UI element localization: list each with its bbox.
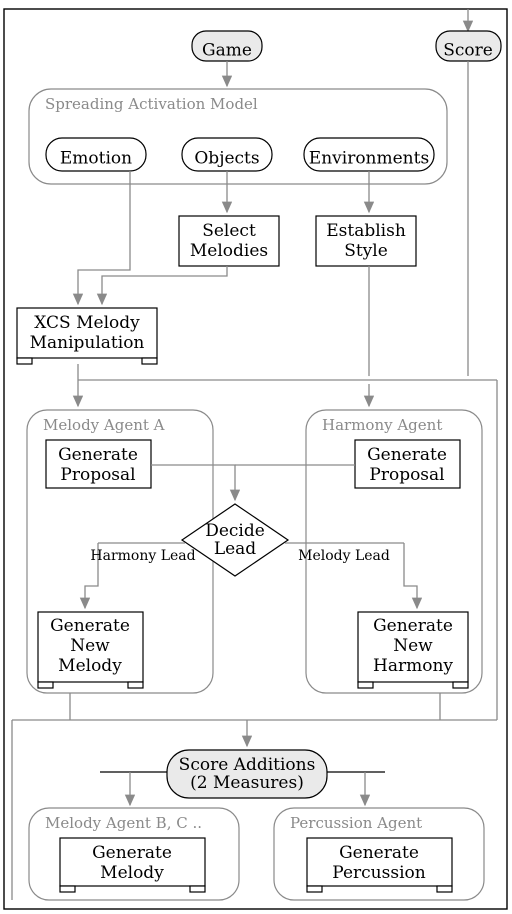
diagram-stage: Game Score Spreading Activation Model Em… [0, 0, 512, 914]
xcs-l1: XCS Melody [34, 313, 140, 333]
gnh-tab-l [358, 682, 373, 688]
ma-prop-l1: Generate [58, 445, 138, 465]
ha-prop-l2: Proposal [369, 465, 444, 485]
select-l2: Melodies [190, 241, 268, 261]
xcs-tab-r [142, 358, 157, 364]
decide-l1: Decide [205, 521, 265, 541]
select-l1: Select [202, 221, 256, 241]
gen-perc-l1: Generate [339, 843, 419, 863]
edge-emotion-xcs [78, 171, 130, 304]
gnh-l3: Harmony [373, 656, 453, 676]
gen-melody-tab-r [190, 886, 205, 892]
xcs-l2: Manipulation [30, 333, 145, 353]
gen-melody-tab-l [60, 886, 75, 892]
environments-label: Environments [309, 149, 429, 169]
gnm-l3: Melody [58, 656, 122, 676]
gen-melody-l2: Melody [100, 863, 164, 883]
harmony-lead-label: Harmony Lead [90, 548, 195, 564]
scoreadd-l1: Score Additions [179, 755, 316, 775]
gnh-l2: New [393, 636, 433, 656]
sam-title: Spreading Activation Model [45, 95, 258, 113]
gen-perc-tab-l [307, 886, 322, 892]
emotion-label: Emotion [60, 149, 132, 169]
harmony-agent-title: Harmony Agent [322, 416, 442, 434]
edge-select-xcs [102, 266, 227, 304]
objects-label: Objects [194, 149, 259, 169]
percussion-title: Percussion Agent [290, 814, 422, 832]
style-l1: Establish [326, 221, 406, 241]
gnh-tab-r [453, 682, 468, 688]
ha-prop-l1: Generate [367, 445, 447, 465]
xcs-tab-l [17, 358, 32, 364]
gnm-tab-l [38, 682, 53, 688]
game-label: Game [202, 41, 252, 61]
scoreadd-l2: (2 Measures) [190, 773, 304, 793]
gen-perc-l2: Percussion [332, 863, 425, 883]
gnm-tab-r [128, 682, 143, 688]
gnh-l1: Generate [373, 616, 453, 636]
decide-l2: Lead [214, 539, 256, 559]
melody-agent-a-title: Melody Agent A [43, 416, 165, 434]
melody-bc-title: Melody Agent B, C .. [45, 814, 202, 832]
style-l2: Style [344, 241, 388, 261]
gnm-l1: Generate [50, 616, 130, 636]
ma-prop-l2: Proposal [60, 465, 135, 485]
gen-melody-l1: Generate [92, 843, 172, 863]
gnm-l2: New [70, 636, 110, 656]
melody-lead-label: Melody Lead [298, 548, 390, 564]
gen-perc-tab-r [437, 886, 452, 892]
edge-decide-newharm [404, 543, 417, 608]
score-label: Score [443, 41, 493, 61]
edge-ma-decide [151, 465, 235, 500]
